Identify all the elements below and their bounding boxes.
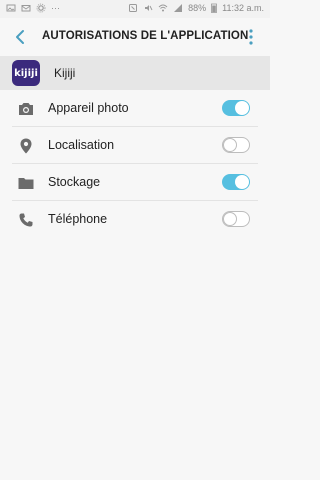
picture-icon [6,4,16,12]
storage-toggle[interactable] [222,174,250,190]
phone-icon [19,213,33,227]
permission-label: Localisation [48,138,115,152]
camera-icon [19,103,33,115]
mute-icon [145,5,153,11]
app-name: Kijiji [54,66,76,80]
nfc-icon [129,4,138,12]
status-bar: ··· 88% 11:32 a.m. [0,0,270,18]
more-notifications-icon: ··· [51,3,60,13]
permission-row-phone[interactable]: Téléphone [0,201,270,238]
app-info-row: kijiji Kijiji [0,56,270,90]
location-icon [20,138,32,154]
permission-label: Stockage [48,175,101,189]
status-notifications: ··· [6,3,60,13]
permissions-list: Appareil photo Localisation Stockage Tél… [0,90,270,238]
settings-icon [36,3,46,13]
toggle-knob [223,211,237,226]
phone-toggle[interactable] [222,211,250,227]
clock: 11:32 a.m. [222,3,264,13]
status-system: 88% 11:32 a.m. [128,3,264,13]
back-arrow-icon[interactable] [10,26,32,48]
permission-label: Appareil photo [48,101,129,115]
toggle-knob [223,137,237,152]
permission-row-location[interactable]: Localisation [0,127,270,164]
battery-percent: 88% [188,3,207,13]
toggle-knob [235,175,249,189]
folder-icon [18,178,34,189]
toggle-knob [235,101,249,115]
permission-row-storage[interactable]: Stockage [0,164,270,201]
permission-row-camera[interactable]: Appareil photo [0,90,270,127]
signal-icon [174,4,183,12]
location-toggle[interactable] [222,137,250,153]
mail-icon [21,5,31,12]
app-bar: AUTORISATIONS DE L'APPLICATION [0,18,270,56]
battery-icon [211,3,218,13]
page-title: AUTORISATIONS DE L'APPLICATION [42,30,249,42]
more-options-icon[interactable] [246,27,256,47]
camera-toggle[interactable] [222,100,250,116]
kijiji-app-icon: kijiji [12,60,40,86]
wifi-icon [158,4,168,12]
permission-label: Téléphone [48,212,108,226]
